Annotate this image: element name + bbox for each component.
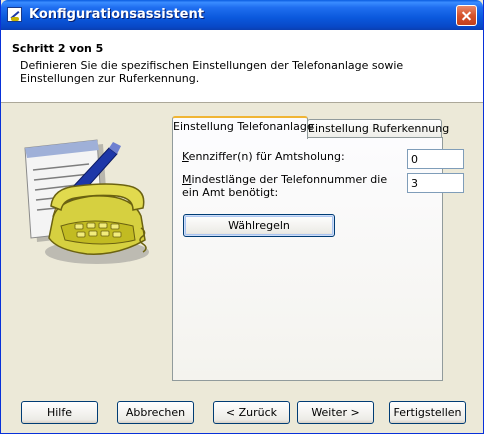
amtsholung-label: Kennziffer(n) für Amtsholung: xyxy=(182,150,402,163)
app-icon[interactable] xyxy=(7,7,22,22)
help-button[interactable]: Hilfe xyxy=(21,401,98,424)
tab-panel-telefonanlage: Kennziffer(n) für Amtsholung: Mindestlän… xyxy=(172,137,464,381)
close-icon[interactable] xyxy=(456,5,477,26)
amtsholung-label-accesskey: K xyxy=(182,150,189,163)
mindestlaenge-label-accesskey: M xyxy=(182,173,192,186)
step-title: Schritt 2 von 5 xyxy=(12,42,104,55)
telephone-notepad-pen-icon xyxy=(24,139,149,264)
back-button[interactable]: < Zurück xyxy=(213,401,290,424)
window-title: Konfigurationsassistent xyxy=(29,7,204,22)
next-button[interactable]: Weiter > xyxy=(297,401,374,424)
amtsholung-input[interactable] xyxy=(407,149,464,169)
step-description: Definieren Sie die spezifischen Einstell… xyxy=(20,59,404,85)
wizard-header: Schritt 2 von 5 Definieren Sie die spezi… xyxy=(1,30,483,103)
title-bar[interactable]: Konfigurationsassistent xyxy=(1,0,483,30)
tab-einstellung-ruferkennung[interactable]: Einstellung Ruferkennung xyxy=(307,119,449,139)
waehlregeln-button[interactable]: Wählregeln xyxy=(183,214,335,237)
mindestlaenge-label: Mindestlänge der Telefonnummer die ein A… xyxy=(182,173,402,199)
wizard-window: Konfigurationsassistent Schritt 2 von 5 … xyxy=(0,0,484,434)
amtsholung-label-text: ennziffer(n) für Amtsholung: xyxy=(188,150,345,163)
mindestlaenge-label-text: indestlänge der Telefonnummer die ein Am… xyxy=(182,173,388,199)
finish-button[interactable]: Fertigstellen xyxy=(389,401,466,424)
phone-glyph xyxy=(11,17,19,21)
cancel-button[interactable]: Abbrechen xyxy=(117,401,194,424)
tab-einstellung-telefonanlage[interactable]: Einstellung Telefonanlage xyxy=(172,116,314,139)
mindestlaenge-input[interactable] xyxy=(407,173,464,193)
